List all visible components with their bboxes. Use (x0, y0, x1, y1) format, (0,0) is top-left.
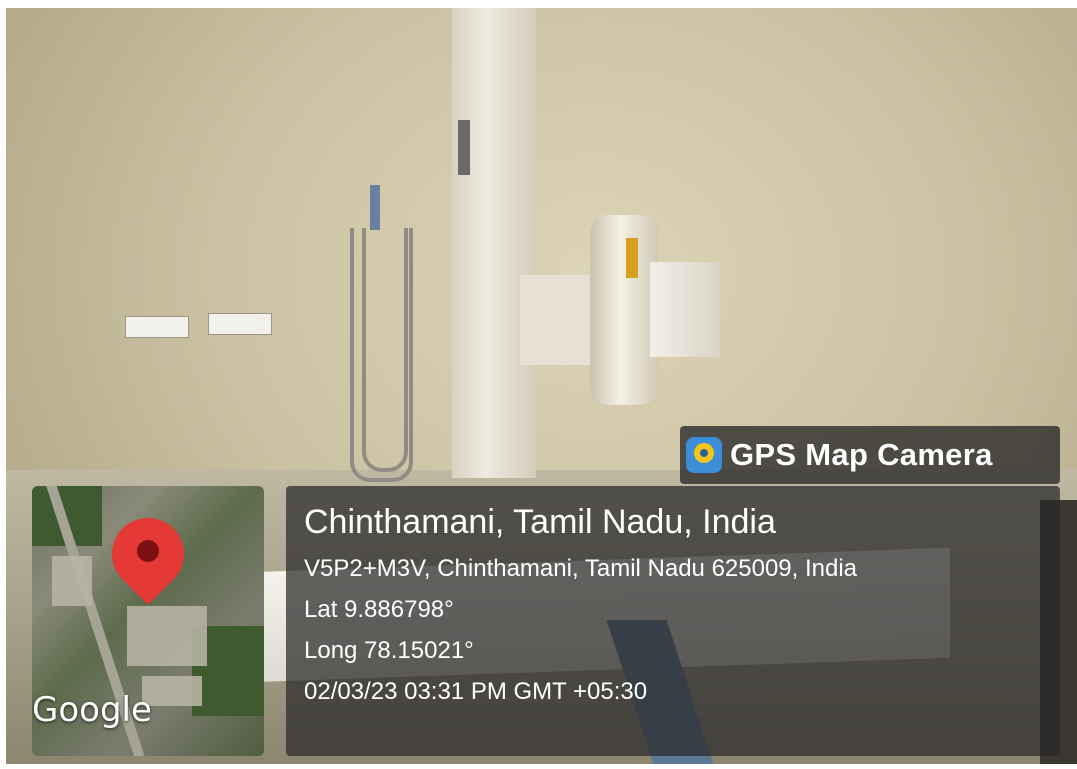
location-pin-center (137, 540, 159, 562)
longitude: Long 78.15021° (304, 637, 474, 664)
map-building (52, 556, 92, 606)
xray-tube (590, 215, 658, 405)
timestamp: 02/03/23 03:31 PM GMT +05:30 (304, 678, 648, 705)
xray-arm (520, 275, 600, 365)
wall-socket (208, 313, 272, 335)
map-thumbnail: Google (32, 486, 264, 756)
gps-map-camera-icon (686, 437, 722, 473)
brand-badge: GPS Map Camera (680, 426, 1060, 484)
latitude: Lat 9.886798° (304, 596, 454, 623)
map-building (127, 606, 207, 666)
xray-column (452, 8, 536, 478)
google-logo: Google (32, 690, 152, 730)
collimator-box (650, 262, 720, 357)
brand-label: GPS Map Camera (730, 437, 993, 472)
warning-label (626, 238, 638, 278)
hanging-cable (362, 228, 408, 472)
wall-hook (370, 185, 380, 230)
column-slot (458, 120, 470, 175)
location-address: V5P2+M3V, Chinthamani, Tamil Nadu 625009… (304, 555, 858, 582)
wall-socket (125, 316, 189, 338)
location-info-panel: Chinthamani, Tamil Nadu, India V5P2+M3V,… (286, 486, 1060, 756)
location-title: Chinthamani, Tamil Nadu, India (304, 503, 776, 541)
